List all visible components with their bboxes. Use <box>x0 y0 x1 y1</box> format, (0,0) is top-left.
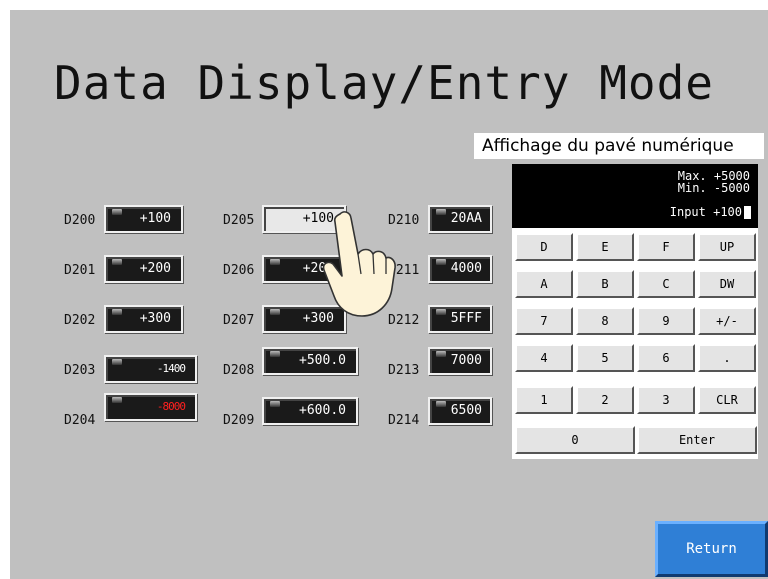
register-label-d208: D208 <box>223 363 255 378</box>
numeric-keypad: Max. +5000 Min. -5000 Input +100 D E F U… <box>512 164 758 459</box>
key-b[interactable]: B <box>576 270 634 298</box>
register-label-d204: D204 <box>64 413 96 428</box>
register-display-d201[interactable]: +200 <box>104 255 183 283</box>
key-f[interactable]: F <box>637 233 695 261</box>
key-6[interactable]: 6 <box>637 344 695 372</box>
register-display-d204[interactable]: -8000 <box>104 393 197 421</box>
key-7[interactable]: 7 <box>515 307 573 335</box>
key-dw[interactable]: DW <box>698 270 756 298</box>
key-4[interactable]: 4 <box>515 344 573 372</box>
key-1[interactable]: 1 <box>515 386 573 414</box>
register-label-d201: D201 <box>64 263 96 278</box>
register-label-d200: D200 <box>64 213 96 228</box>
register-display-d209[interactable]: +600.0 <box>262 397 358 425</box>
register-label-d206: D206 <box>223 263 255 278</box>
key-e[interactable]: E <box>576 233 634 261</box>
register-display-d210[interactable]: 20AA <box>428 205 492 233</box>
register-label-d203: D203 <box>64 363 96 378</box>
key-5[interactable]: 5 <box>576 344 634 372</box>
key-clr[interactable]: CLR <box>698 386 756 414</box>
register-display-d200[interactable]: +100 <box>104 205 183 233</box>
pointing-hand-icon <box>322 211 396 317</box>
return-button[interactable]: Return <box>655 521 768 577</box>
page-title: Data Display/Entry Mode <box>54 56 714 110</box>
keypad-caption: Affichage du pavé numérique <box>474 133 764 159</box>
key-decimal[interactable]: . <box>698 344 756 372</box>
keypad-min-limit: Min. -5000 <box>677 181 750 195</box>
register-label-d214: D214 <box>388 413 420 428</box>
register-display-d208[interactable]: +500.0 <box>262 347 358 375</box>
register-label-d213: D213 <box>388 363 420 378</box>
key-plus-minus[interactable]: +/- <box>698 307 756 335</box>
register-display-d212[interactable]: 5FFF <box>428 305 492 333</box>
register-display-d202[interactable]: +300 <box>104 305 183 333</box>
key-8[interactable]: 8 <box>576 307 634 335</box>
key-up[interactable]: UP <box>698 233 756 261</box>
register-label-d205: D205 <box>223 213 255 228</box>
key-9[interactable]: 9 <box>637 307 695 335</box>
register-label-d207: D207 <box>223 313 255 328</box>
register-display-d214[interactable]: 6500 <box>428 397 492 425</box>
register-label-d209: D209 <box>223 413 255 428</box>
key-2[interactable]: 2 <box>576 386 634 414</box>
key-c[interactable]: C <box>637 270 695 298</box>
key-0[interactable]: 0 <box>515 426 635 454</box>
register-display-d211[interactable]: 4000 <box>428 255 492 283</box>
register-display-d203[interactable]: -1400 <box>104 355 197 383</box>
key-d[interactable]: D <box>515 233 573 261</box>
register-display-d213[interactable]: 7000 <box>428 347 492 375</box>
key-3[interactable]: 3 <box>637 386 695 414</box>
key-a[interactable]: A <box>515 270 573 298</box>
key-enter[interactable]: Enter <box>637 426 757 454</box>
keypad-display: Max. +5000 Min. -5000 Input +100 <box>512 164 758 228</box>
input-cursor <box>744 206 751 219</box>
keypad-input-value: Input +100 <box>669 205 742 219</box>
register-label-d202: D202 <box>64 313 96 328</box>
